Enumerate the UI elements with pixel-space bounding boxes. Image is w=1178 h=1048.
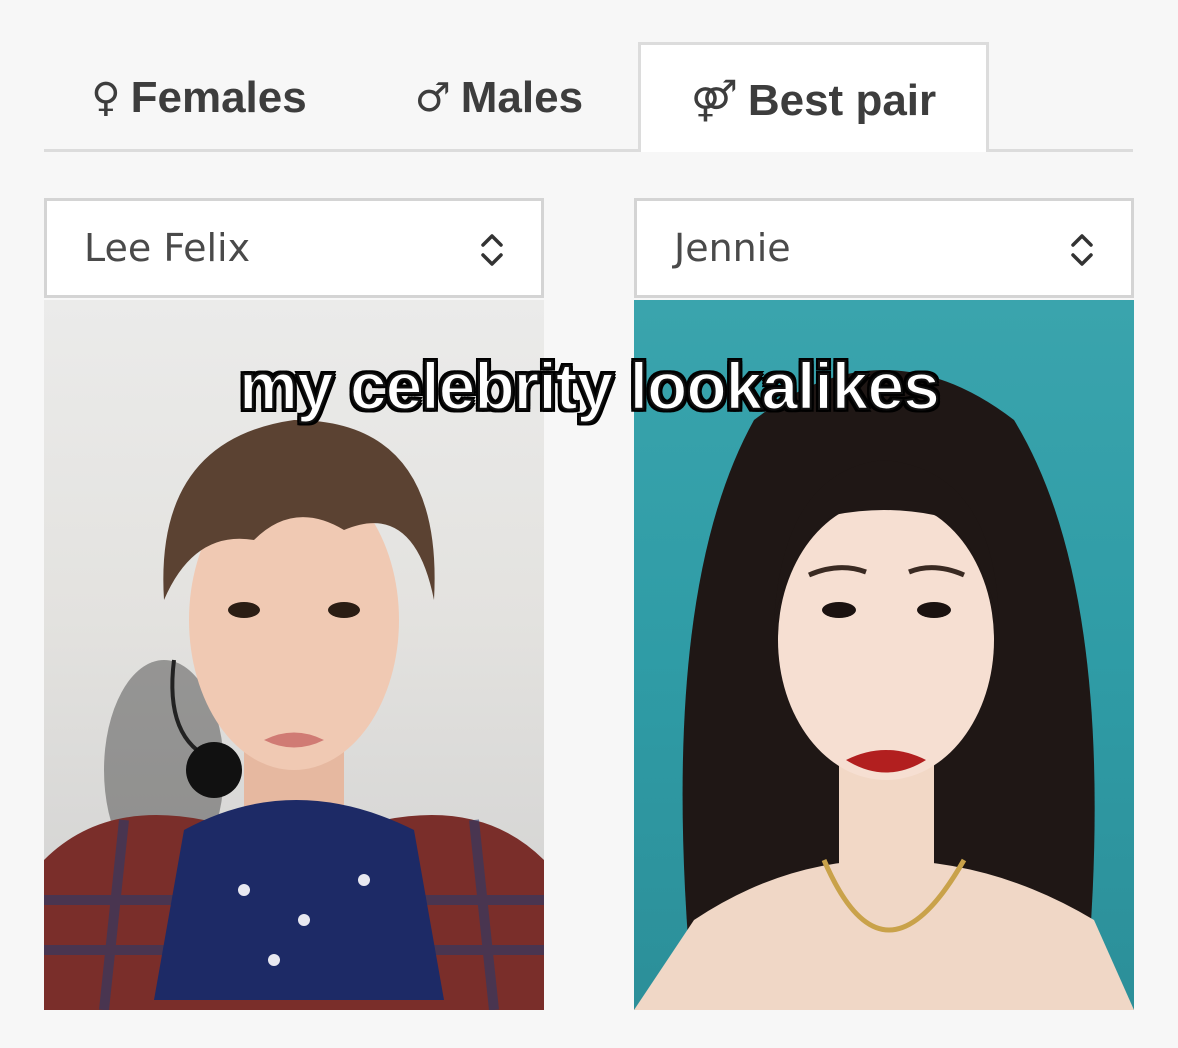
tab-males[interactable]: ♂ Males [404,42,594,150]
male-symbol-icon: ♂ [414,75,451,121]
celebrity-select-left-value: Lee Felix [84,226,251,270]
female-male-symbol-icon: ⚤ [690,77,738,124]
portrait-illustration-right [634,370,1134,1010]
celebrity-select-right-value: Jennie [674,226,791,270]
chevron-up-down-icon [481,234,503,266]
portrait-illustration-left [44,420,544,1010]
celebrity-select-left[interactable]: Lee Felix [44,198,544,298]
celebrity-select-right[interactable]: Jennie [634,198,1134,298]
tab-females-label: Females [130,73,307,122]
female-symbol-icon: ♀ [91,75,121,121]
chevron-up-down-icon [1071,234,1093,266]
celebrity-photo-right [634,300,1134,1010]
tab-males-label: Males [460,73,584,122]
tab-females[interactable]: ♀ Females [84,42,314,150]
celebrity-photo-left [44,300,544,1010]
tab-best-pair-label: Best pair [747,75,937,125]
gender-tabs: ♀ Females ♂ Males ⚤ Best pair [44,42,1133,152]
tab-best-pair[interactable]: ⚤ Best pair [638,42,989,152]
